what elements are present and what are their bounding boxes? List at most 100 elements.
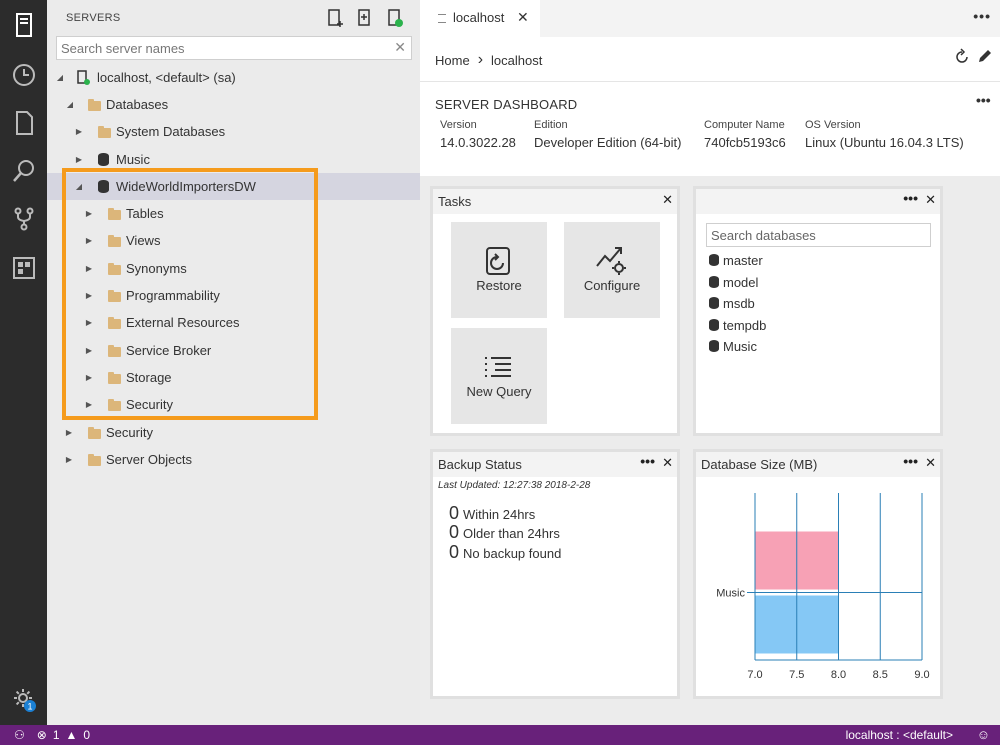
- expand-right-icon[interactable]: ▶: [84, 236, 94, 245]
- property-value: Developer Edition (64-bit): [534, 135, 682, 150]
- folder-icon: [108, 289, 121, 302]
- database-icon: [98, 180, 109, 193]
- tree-item-security[interactable]: ▶ Security: [47, 419, 420, 446]
- close-icon[interactable]: ✕: [925, 192, 936, 208]
- refresh-icon[interactable]: [953, 48, 971, 66]
- database-item[interactable]: tempdb: [709, 316, 766, 334]
- expand-right-icon[interactable]: ▶: [74, 127, 84, 136]
- tree-item-music[interactable]: ▶ Music: [47, 146, 420, 173]
- server-search-input[interactable]: [57, 37, 377, 59]
- more-icon[interactable]: •••: [976, 92, 991, 108]
- warning-count[interactable]: 0: [83, 728, 90, 742]
- clear-search-icon[interactable]: ✕: [394, 39, 406, 56]
- tab-localhost[interactable]: localhost ✕: [420, 0, 540, 37]
- settings-badge: 1: [27, 702, 32, 712]
- feedback-icon[interactable]: ☺: [977, 727, 990, 742]
- error-icon[interactable]: ⊗: [37, 728, 47, 742]
- expand-down-icon[interactable]: ◢: [55, 73, 65, 82]
- close-icon[interactable]: ✕: [517, 9, 529, 26]
- tree-item-server[interactable]: ◢ localhost, <default> (sa): [47, 64, 420, 91]
- edit-icon[interactable]: [977, 49, 992, 64]
- database-size-widget: Database Size (MB) ••• ✕ 7.0 7.5 8.0 8.5 9.0…: [693, 449, 943, 699]
- database-item[interactable]: msdb: [709, 294, 755, 312]
- database-name: tempdb: [723, 317, 767, 333]
- expand-right-icon[interactable]: ▶: [84, 400, 94, 409]
- tree-item-databases[interactable]: ◢ Databases: [47, 91, 420, 118]
- configure-button[interactable]: Configure: [564, 222, 660, 318]
- more-icon[interactable]: •••: [903, 190, 918, 206]
- active-connections-icon[interactable]: [385, 8, 405, 28]
- new-query-button[interactable]: New Query: [451, 328, 547, 424]
- more-icon[interactable]: •••: [973, 8, 991, 24]
- expand-right-icon[interactable]: ▶: [84, 209, 94, 218]
- database-item[interactable]: model: [709, 273, 758, 291]
- extensions-icon[interactable]: [0, 245, 47, 291]
- folder-icon: [88, 98, 101, 111]
- expand-right-icon[interactable]: ▶: [84, 264, 94, 273]
- source-control-icon[interactable]: [0, 196, 47, 242]
- tab-label: localhost: [453, 10, 505, 25]
- expand-right-icon[interactable]: ▶: [64, 455, 74, 464]
- property-key: Computer Name: [704, 119, 785, 131]
- database-search-input[interactable]: [707, 224, 925, 246]
- expand-down-icon[interactable]: ◢: [65, 100, 75, 109]
- database-item[interactable]: master: [709, 251, 763, 269]
- chevron-right-icon: ›: [477, 51, 484, 68]
- expand-right-icon[interactable]: ▶: [84, 373, 94, 382]
- warning-icon[interactable]: ▲: [66, 728, 78, 742]
- database-item[interactable]: Music: [709, 337, 757, 355]
- status-bar: ⚇ ⊗ 1 ▲ 0 localhost : <default> ☺: [0, 725, 1000, 745]
- backup-label: Older than 24hrs: [463, 526, 560, 541]
- database-icon: [709, 340, 719, 352]
- task-label: New Query: [466, 384, 532, 399]
- history-icon[interactable]: [0, 52, 47, 98]
- configure-icon: [596, 247, 626, 275]
- tasks-widget: Tasks ✕ Restore Configure New Query: [430, 186, 680, 436]
- activity-bar: 1: [0, 0, 47, 725]
- tree-item-views[interactable]: ▶ Views: [47, 227, 420, 254]
- expand-right-icon[interactable]: ▶: [64, 428, 74, 437]
- gear-icon[interactable]: 1: [0, 676, 47, 722]
- tree-item-label: Programmability: [126, 288, 220, 303]
- connection-status[interactable]: localhost : <default>: [846, 728, 953, 742]
- expand-right-icon[interactable]: ▶: [74, 155, 84, 164]
- new-query-icon: [485, 357, 511, 377]
- tree-item-storage[interactable]: ▶ Storage: [47, 364, 420, 391]
- tree-item-server-objects[interactable]: ▶ Server Objects: [47, 446, 420, 473]
- tree-item-service-broker[interactable]: ▶ Service Broker: [47, 337, 420, 364]
- folder-icon: [108, 371, 121, 384]
- expand-right-icon[interactable]: ▶: [84, 318, 94, 327]
- database-search: [706, 223, 931, 247]
- breadcrumb-home[interactable]: Home: [435, 53, 470, 68]
- explorer-icon[interactable]: [0, 100, 47, 146]
- breadcrumb-current[interactable]: localhost: [491, 53, 542, 68]
- tree-item-synonyms[interactable]: ▶ Synonyms: [47, 255, 420, 282]
- expand-right-icon[interactable]: ▶: [84, 291, 94, 300]
- restore-button[interactable]: Restore: [451, 222, 547, 318]
- search-icon[interactable]: [0, 148, 47, 194]
- more-icon[interactable]: •••: [903, 453, 918, 469]
- expand-right-icon[interactable]: ▶: [84, 346, 94, 355]
- property-value: 740fcb5193c6: [704, 135, 786, 150]
- new-server-group-icon[interactable]: [355, 8, 375, 28]
- close-icon[interactable]: ✕: [925, 455, 936, 471]
- tree-item-db-security[interactable]: ▶ Security: [47, 391, 420, 418]
- expand-down-icon[interactable]: ◢: [74, 182, 84, 191]
- databases-widget: ••• ✕ master model msdb tempdb Music: [693, 186, 943, 436]
- tree-item-programmability[interactable]: ▶ Programmability: [47, 282, 420, 309]
- connections-icon[interactable]: ⚇: [14, 728, 25, 742]
- close-icon[interactable]: ✕: [662, 192, 673, 208]
- tree-item-wideworldimportersdw[interactable]: ◢ WideWorldImportersDW: [47, 173, 420, 200]
- tree-item-label: External Resources: [126, 315, 240, 330]
- servers-icon[interactable]: [0, 2, 47, 48]
- tree-item-external-resources[interactable]: ▶ External Resources: [47, 309, 420, 336]
- folder-icon: [108, 316, 121, 329]
- folder-icon: [88, 453, 101, 466]
- new-connection-icon[interactable]: [325, 8, 345, 28]
- tree-item-tables[interactable]: ▶ Tables: [47, 200, 420, 227]
- task-label: Restore: [476, 278, 522, 293]
- error-count[interactable]: 1: [53, 728, 60, 742]
- more-icon[interactable]: •••: [640, 453, 655, 469]
- tree-item-system-databases[interactable]: ▶ System Databases: [47, 118, 420, 145]
- close-icon[interactable]: ✕: [662, 455, 673, 471]
